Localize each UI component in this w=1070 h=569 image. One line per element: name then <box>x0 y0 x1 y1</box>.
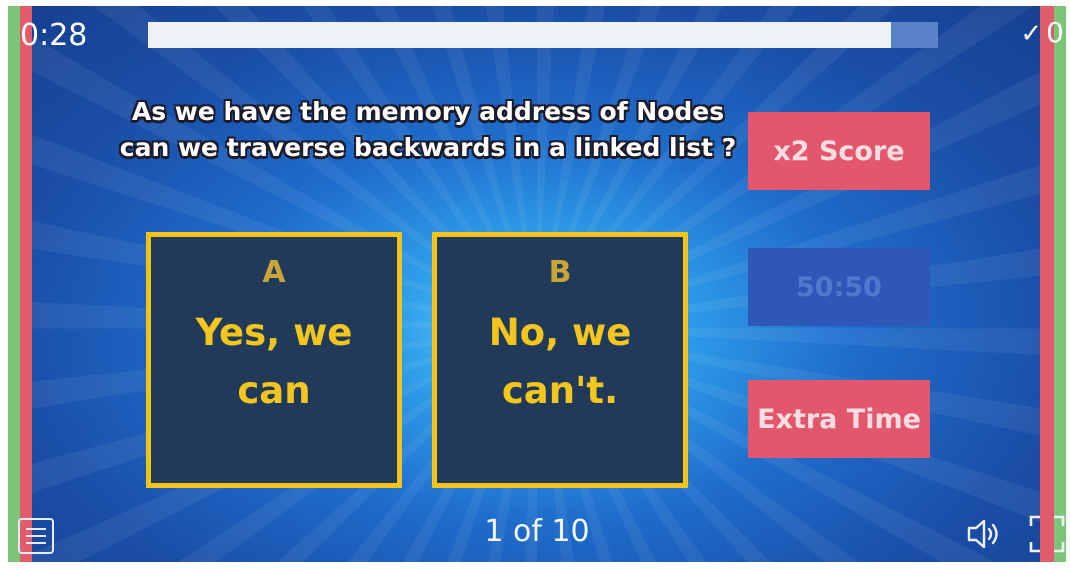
left-green-edge <box>8 6 20 562</box>
double-score-button[interactable]: x2 Score <box>748 112 930 190</box>
fullscreen-icon <box>1029 515 1065 553</box>
right-red-edge <box>1040 6 1054 562</box>
answer-letter: B <box>548 255 572 290</box>
answer-text: No, we can't. <box>488 311 632 412</box>
answer-option-b[interactable]: B No, we can't. <box>432 232 688 488</box>
fullscreen-button[interactable] <box>1028 514 1066 554</box>
quiz-screen: 0:28 ✓ 0 As we have the memory address of… <box>8 6 1066 562</box>
correct-counter: ✓ 0 <box>1020 16 1064 49</box>
checkmark-icon: ✓ <box>1020 19 1043 49</box>
extra-time-button[interactable]: Extra Time <box>748 380 930 458</box>
correct-count-value: 0 <box>1046 16 1064 49</box>
timer-display: 0:28 <box>20 18 88 53</box>
question-text: As we have the memory address of Nodes c… <box>119 97 737 162</box>
answer-text: Yes, we can <box>195 311 353 412</box>
answer-option-a[interactable]: A Yes, we can <box>146 232 402 488</box>
right-green-edge <box>1054 6 1066 562</box>
speaker-icon <box>967 519 998 549</box>
fifty-fifty-button[interactable]: 50:50 <box>748 248 930 326</box>
timer-progress-fill <box>148 22 891 48</box>
timer-progress-bar <box>148 22 938 48</box>
sound-button[interactable] <box>963 514 1003 554</box>
left-red-edge <box>20 6 32 562</box>
answer-letter: A <box>262 255 286 290</box>
question-counter: 1 of 10 <box>484 514 590 549</box>
